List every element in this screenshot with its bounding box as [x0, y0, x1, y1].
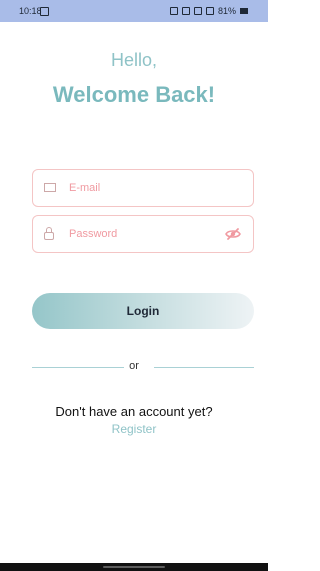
system-navigation-bar: [0, 563, 268, 571]
divider-label: or: [129, 360, 139, 372]
home-indicator[interactable]: [103, 566, 165, 568]
notification-icon: [169, 7, 178, 15]
eye-slash-icon[interactable]: [225, 226, 241, 242]
gallery-icon: [40, 7, 49, 16]
status-time: 10:18: [19, 6, 42, 16]
mute-icon: [181, 7, 190, 15]
hello-text: Hello,: [110, 50, 158, 70]
register-prompt: Don't have an account yet?: [55, 404, 213, 419]
status-bar: 10:18 81%: [0, 0, 268, 22]
password-placeholder: Password: [69, 228, 118, 240]
status-indicators: 81%: [169, 6, 248, 16]
wifi-icon: [193, 7, 202, 15]
lock-icon: [44, 227, 54, 240]
register-link[interactable]: Register: [0, 422, 268, 436]
battery-percent: 81%: [217, 6, 236, 16]
login-button[interactable]: Login: [32, 293, 254, 329]
password-field[interactable]: Password: [32, 215, 254, 253]
mail-icon: [44, 183, 56, 192]
email-field[interactable]: E-mail: [32, 169, 254, 207]
divider-right: [154, 367, 254, 368]
signal-icon: [205, 7, 214, 15]
welcome-title: Welcome Back!: [52, 82, 216, 107]
email-placeholder: E-mail: [69, 182, 101, 194]
battery-icon: [240, 8, 248, 14]
